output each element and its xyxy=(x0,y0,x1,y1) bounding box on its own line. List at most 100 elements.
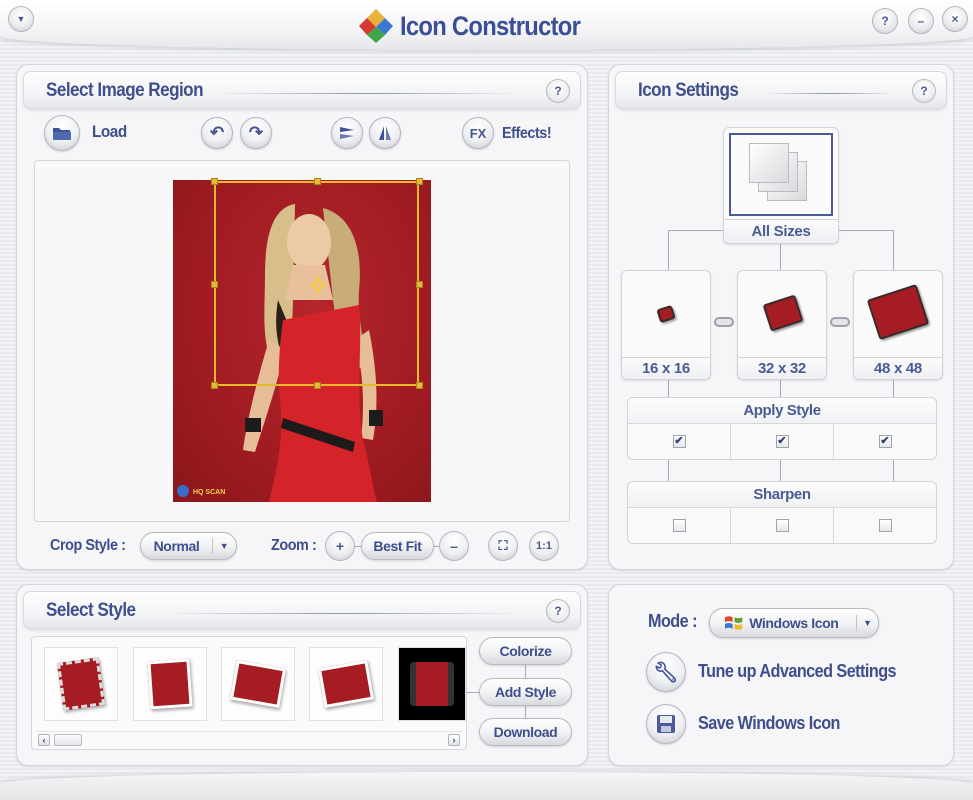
rotate-left-icon: ↶ xyxy=(209,123,225,142)
crop-handle-bottom-left[interactable] xyxy=(211,382,218,389)
sharpen-checkbox-16[interactable] xyxy=(672,519,686,532)
folder-icon xyxy=(53,128,71,140)
size-card-32[interactable]: 32 x 32 xyxy=(737,270,827,380)
watermark-text: HQ SCAN xyxy=(193,489,225,496)
chevron-left-icon: ‹ xyxy=(42,735,46,745)
minimize-button[interactable]: – xyxy=(908,8,934,34)
panel-title: Icon Settings xyxy=(638,80,739,101)
tree-connector xyxy=(893,460,894,482)
region-help-button[interactable]: ? xyxy=(546,79,570,103)
icon-settings-help-button[interactable]: ? xyxy=(912,79,936,103)
flip-horizontal-button[interactable] xyxy=(369,117,401,149)
rotate-left-button[interactable]: ↶ xyxy=(201,117,233,149)
size-label: 16 x 16 xyxy=(622,357,710,379)
effects-label[interactable]: Effects! xyxy=(502,125,552,143)
size-card-16[interactable]: 16 x 16 xyxy=(621,270,711,380)
icon-preview-16 xyxy=(656,304,676,324)
plus-icon: + xyxy=(335,538,345,554)
tree-connector xyxy=(893,230,894,270)
photo-stack-color-preview xyxy=(229,659,287,709)
rotate-right-button[interactable]: ↷ xyxy=(240,117,272,149)
crop-handle-bottom-right[interactable] xyxy=(416,382,423,389)
apply-style-checkbox-48[interactable]: ✔ xyxy=(878,435,892,448)
apply-style-checkbox-32[interactable]: ✔ xyxy=(775,435,789,448)
add-style-button[interactable]: Add Style xyxy=(479,678,572,706)
app-title-text: Icon Constructor xyxy=(400,10,581,41)
style-thumb-film-strip[interactable] xyxy=(398,647,466,721)
crop-center-crosshair-icon[interactable] xyxy=(308,275,328,295)
film-strip-preview xyxy=(410,662,454,706)
crop-handle-top-left[interactable] xyxy=(211,178,218,185)
size-card-48[interactable]: 48 x 48 xyxy=(853,270,943,380)
panel-header: Select Style ? xyxy=(23,591,581,629)
select-style-help-button[interactable]: ? xyxy=(546,599,570,623)
style-gallery-scrollbar[interactable]: ‹ › xyxy=(36,731,462,746)
zoom-in-button[interactable]: + xyxy=(325,531,355,561)
download-button[interactable]: Download xyxy=(479,718,572,746)
crop-handle-bottom[interactable] xyxy=(314,382,321,389)
style-thumb-photo-stack-color[interactable] xyxy=(221,647,295,721)
actual-size-button[interactable]: 1:1 xyxy=(529,531,559,561)
layers-icon xyxy=(749,143,789,183)
best-fit-button[interactable]: Best Fit xyxy=(361,532,434,560)
sharpen-checkbox-32[interactable] xyxy=(775,519,789,532)
zoom-label: Zoom : xyxy=(271,537,317,554)
crop-style-value: Normal xyxy=(141,538,213,554)
style-thumb-photo-frame[interactable] xyxy=(133,647,207,721)
expand-icon: ⛶ xyxy=(498,538,508,553)
all-sizes-button[interactable]: All Sizes xyxy=(723,127,839,244)
colorize-button[interactable]: Colorize xyxy=(479,637,572,665)
close-button[interactable]: × xyxy=(942,6,968,32)
mode-label: Mode : xyxy=(648,611,697,631)
style-thumb-postage-stamp[interactable] xyxy=(44,647,118,721)
app-window: ▼ Icon Constructor ? – × Select Image Re… xyxy=(0,0,973,800)
link-icon[interactable] xyxy=(714,317,734,327)
load-label[interactable]: Load xyxy=(92,122,127,142)
app-title: Icon Constructor xyxy=(358,8,605,44)
chevron-right-icon: › xyxy=(452,735,456,745)
size-label: 48 x 48 xyxy=(854,357,942,379)
fit-to-window-button[interactable]: ⛶ xyxy=(488,531,518,561)
scroll-left-button[interactable]: ‹ xyxy=(38,734,50,746)
apply-style-checkbox-16[interactable]: ✔ xyxy=(672,435,686,448)
save-windows-icon-link[interactable]: Save Windows Icon xyxy=(698,713,840,734)
apply-style-title: Apply Style xyxy=(628,398,936,424)
panel-title: Select Image Region xyxy=(46,80,204,101)
header-divider xyxy=(214,93,520,94)
tune-up-advanced-settings-link[interactable]: Tune up Advanced Settings xyxy=(698,661,897,682)
size-label: 32 x 32 xyxy=(738,357,826,379)
system-menu-button[interactable]: ▼ xyxy=(8,6,34,32)
crop-handle-top[interactable] xyxy=(314,178,321,185)
minus-icon: – xyxy=(450,538,458,554)
tree-connector xyxy=(668,230,669,270)
help-icon: ? xyxy=(881,14,889,28)
panel-header: Select Image Region ? xyxy=(23,71,581,109)
load-button[interactable] xyxy=(44,115,80,151)
crop-style-dropdown[interactable]: Normal ▼ xyxy=(140,532,237,560)
crop-handle-top-right[interactable] xyxy=(416,178,423,185)
crop-handle-left[interactable] xyxy=(211,281,218,288)
actual-size-label: 1:1 xyxy=(536,540,552,552)
effects-button[interactable]: FX xyxy=(462,117,494,149)
tune-up-button[interactable]: 🔧︎ xyxy=(646,652,686,692)
header-divider xyxy=(164,613,520,614)
zoom-out-button[interactable]: – xyxy=(439,531,469,561)
title-bar: ▼ Icon Constructor ? – × xyxy=(0,0,973,50)
crop-handle-right[interactable] xyxy=(416,281,423,288)
best-fit-label: Best Fit xyxy=(373,538,422,554)
wrench-icon: 🔧︎ xyxy=(653,661,679,684)
help-button[interactable]: ? xyxy=(872,8,898,34)
scroll-right-button[interactable]: › xyxy=(448,734,460,746)
mode-dropdown[interactable]: Windows Icon ▼ xyxy=(709,608,879,638)
button-connector xyxy=(466,692,480,693)
style-thumb-photo-stack[interactable] xyxy=(309,647,383,721)
sharpen-checkbox-48[interactable] xyxy=(878,519,892,532)
link-icon[interactable] xyxy=(830,317,850,327)
scroll-thumb[interactable] xyxy=(54,734,82,746)
flip-vertical-button[interactable] xyxy=(331,117,363,149)
save-icon-button[interactable] xyxy=(646,704,686,744)
icon-preview-48 xyxy=(866,283,930,341)
postage-stamp-preview xyxy=(56,657,106,711)
photo-frame-preview xyxy=(147,658,193,710)
rotate-right-icon: ↷ xyxy=(248,123,264,142)
